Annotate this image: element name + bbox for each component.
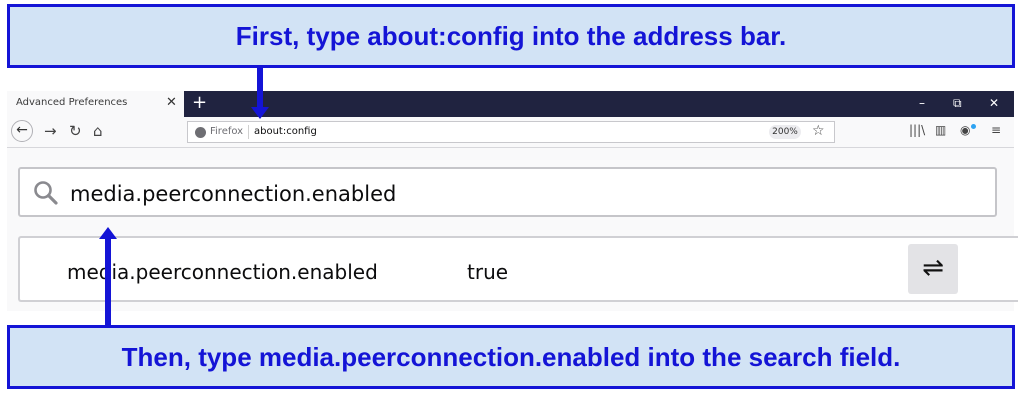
arrow-to-address-bar	[257, 68, 263, 108]
arrow-to-search-field	[105, 238, 111, 325]
home-button[interactable]: ⌂	[93, 122, 103, 140]
url-text[interactable]: about:config	[254, 126, 317, 137]
notification-dot	[971, 124, 976, 129]
search-icon	[34, 181, 58, 205]
tab-title: Advanced Preferences	[16, 97, 128, 108]
back-button[interactable]: ←	[11, 120, 33, 142]
arrow-head-down	[251, 107, 269, 119]
pref-value: true	[467, 260, 509, 284]
arrow-head-up	[99, 227, 117, 239]
pref-row: media.peerconnection.enabled true ⇌	[18, 236, 1018, 302]
tab-advanced-preferences[interactable]: Advanced Preferences ✕	[7, 91, 184, 117]
tab-close-icon[interactable]: ✕	[166, 95, 177, 110]
reload-button[interactable]: ↻	[69, 122, 82, 140]
bookmark-star-icon[interactable]: ☆	[812, 123, 825, 139]
nav-bar: ← → ↻ ⌂ Firefox about:config 200% ☆ |||\…	[7, 117, 1014, 148]
account-icon[interactable]: ◉	[960, 123, 970, 137]
zoom-indicator[interactable]: 200%	[769, 125, 801, 139]
browser-window: Advanced Preferences ✕ + – ⧉ ✕ ← → ↻ ⌂ F…	[7, 91, 1018, 311]
restore-button[interactable]: ⧉	[953, 96, 962, 111]
instruction-callout-bottom: Then, type media.peerconnection.enabled …	[7, 325, 1015, 389]
tab-bar: Advanced Preferences ✕ + – ⧉ ✕	[7, 91, 1014, 117]
library-icon[interactable]: |||\	[909, 123, 925, 137]
new-tab-button[interactable]: +	[192, 92, 207, 113]
toggle-arrows-icon[interactable]: ⇌	[908, 244, 958, 294]
sidebar-icon[interactable]: ▥	[935, 123, 946, 137]
url-divider	[248, 125, 249, 139]
search-field[interactable]: media.peerconnection.enabled	[18, 167, 997, 217]
identity-label[interactable]: Firefox	[210, 126, 243, 137]
search-input-value[interactable]: media.peerconnection.enabled	[70, 182, 396, 206]
pref-name: media.peerconnection.enabled	[67, 260, 378, 284]
close-window-button[interactable]: ✕	[989, 96, 999, 110]
forward-button[interactable]: →	[44, 122, 57, 140]
firefox-icon	[195, 127, 206, 138]
minimize-button[interactable]: –	[919, 96, 925, 110]
instruction-callout-top: First, type about:config into the addres…	[7, 4, 1015, 68]
menu-icon[interactable]: ≡	[991, 123, 1001, 137]
address-bar[interactable]: Firefox about:config 200% ☆	[187, 121, 835, 143]
